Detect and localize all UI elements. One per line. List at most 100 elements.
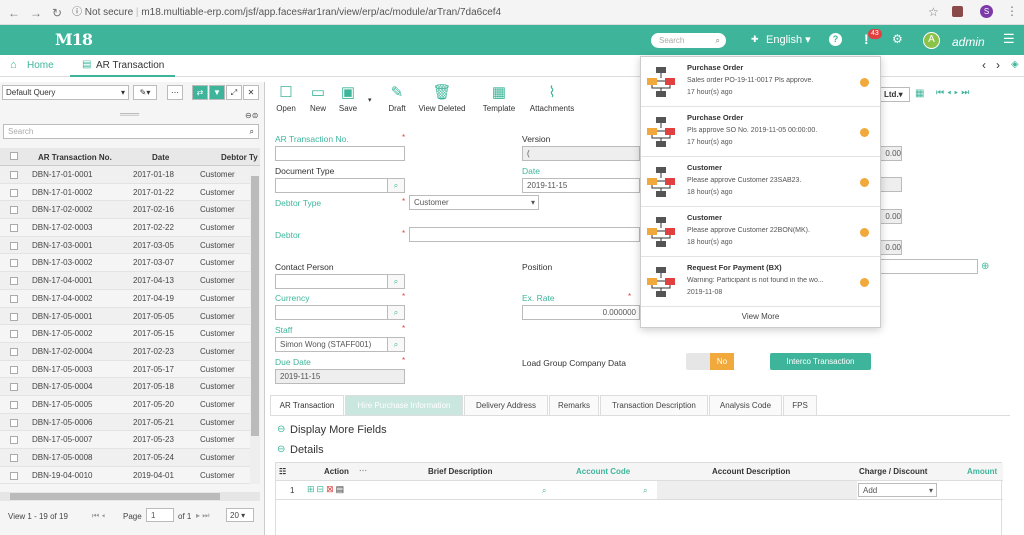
tab-hire-purchase[interactable]: Hire Purchase Information	[345, 395, 463, 415]
doc-type-input[interactable]	[275, 178, 388, 193]
row-checkbox[interactable]	[10, 294, 18, 303]
tab-prev-icon[interactable]: ‹	[982, 58, 986, 72]
tab-delivery-address[interactable]: Delivery Address	[464, 395, 548, 415]
list-item[interactable]: DBN-17-04-0001 2017-04-13 Customer	[0, 272, 250, 290]
list-item[interactable]: DBN-17-03-0002 2017-03-07 Customer	[0, 254, 250, 273]
row-action-icons[interactable]: ⊞⊟⊠▤	[307, 484, 346, 495]
list-item[interactable]: DBN-19-04-0010 2019-04-01 Customer	[0, 467, 250, 484]
back-icon[interactable]: ←	[8, 6, 20, 20]
globe-icon[interactable]: ⊕	[981, 261, 989, 272]
address-bar[interactable]: ⓘ Not secure | m18.multiable-erp.com/jsf…	[72, 4, 912, 21]
details-collapse-icon[interactable]: ⊖	[277, 444, 285, 455]
open-button[interactable]: ☐ Open	[270, 84, 302, 113]
page-size-select[interactable]: 20 ▾	[226, 508, 254, 522]
new-button[interactable]: ▭ New	[302, 84, 334, 113]
tab-home[interactable]: Home	[27, 60, 54, 71]
list-item[interactable]: DBN-17-05-0002 2017-05-15 Customer	[0, 325, 250, 343]
list-item[interactable]: DBN-17-02-0004 2017-02-23 Customer	[0, 342, 250, 361]
list-search-input[interactable]: Search ⌕	[3, 124, 259, 139]
list-item[interactable]: DBN-17-05-0001 2017-05-05 Customer	[0, 307, 250, 326]
col-action[interactable]: Action	[324, 467, 349, 476]
col-account-description[interactable]: Account Description	[712, 467, 790, 476]
col-amount[interactable]: Amount	[967, 467, 997, 476]
list-item[interactable]: DBN-17-05-0004 2017-05-18 Customer	[0, 378, 250, 396]
collapse-icons[interactable]: ⊖⊜	[245, 111, 258, 120]
list-item[interactable]: DBN-17-04-0002 2017-04-19 Customer	[0, 290, 250, 308]
close-icon[interactable]: ✕	[243, 85, 259, 100]
display-more-fields[interactable]: Display More Fields	[290, 424, 387, 436]
staff-search-icon[interactable]: ⌕	[388, 337, 405, 352]
more-button[interactable]: ⋯	[167, 85, 183, 100]
col-menu-icon[interactable]: ⋯	[359, 466, 367, 475]
company-select[interactable]: Ltd.▾	[880, 87, 910, 102]
notification-item[interactable]: Request For Payment (BX) Warning: Partici…	[641, 257, 880, 307]
row-checkbox[interactable]	[10, 171, 18, 179]
global-search-input[interactable]: Search ⌕	[651, 33, 726, 48]
row-checkbox[interactable]	[10, 312, 18, 321]
layers-icon[interactable]: ◈	[1011, 59, 1019, 70]
account-search-icon[interactable]: ⌕	[643, 486, 647, 496]
list-item[interactable]: DBN-17-02-0003 2017-02-22 Customer	[0, 219, 250, 237]
menu-icon[interactable]: ⋮	[1006, 4, 1018, 18]
col-date[interactable]: Date	[152, 153, 169, 162]
forward-icon[interactable]: →	[30, 6, 42, 20]
last-page-icon[interactable]: ▸ ⏭	[196, 511, 209, 521]
col-ar-no[interactable]: AR Transaction No.	[38, 153, 112, 162]
contact-search-icon[interactable]: ⌕	[388, 274, 405, 289]
list-item[interactable]: DBN-17-02-0002 2017-02-16 Customer	[0, 201, 250, 220]
expand-more-icon[interactable]: ⊖	[277, 424, 285, 435]
row-checkbox[interactable]	[10, 330, 18, 339]
list-menu-icon[interactable]: ☰	[1003, 31, 1015, 47]
row-checkbox[interactable]	[10, 206, 18, 215]
list-item[interactable]: DBN-17-05-0007 2017-05-23 Customer	[0, 431, 250, 449]
charge-discount-select[interactable]: Add ▾	[858, 483, 937, 497]
notification-item[interactable]: Purchase Order Pls approve SO No. 2019-11…	[641, 107, 880, 157]
notification-item[interactable]: Purchase Order Sales order PO-19-11-0017 …	[641, 57, 880, 107]
first-page-icon[interactable]: ⏮ ◂	[92, 511, 105, 521]
select-all-checkbox[interactable]	[10, 152, 18, 160]
horizontal-scrollbar[interactable]	[0, 492, 260, 501]
tab-next-icon[interactable]: ›	[996, 58, 1000, 72]
list-item[interactable]: DBN-17-01-0002 2017-01-22 Customer	[0, 184, 250, 202]
row-checkbox[interactable]	[10, 277, 18, 286]
edit-query-button[interactable]: ✎▾	[133, 85, 157, 100]
profile-avatar[interactable]: S	[980, 5, 993, 18]
tab-ar-transaction[interactable]: ▤ AR Transaction	[70, 55, 175, 77]
col-debtor-type[interactable]: Debtor Ty	[221, 153, 258, 162]
position-input[interactable]	[880, 259, 978, 274]
user-avatar[interactable]: A	[923, 32, 940, 49]
page-input[interactable]: 1	[146, 508, 174, 522]
row-checkbox[interactable]	[10, 454, 18, 462]
currency-search-icon[interactable]: ⌕	[388, 305, 405, 320]
username[interactable]: admin	[952, 35, 985, 49]
view-deleted-button[interactable]: 🗑 View Deleted	[416, 84, 468, 113]
debtor-input[interactable]	[409, 227, 640, 242]
row-checkbox[interactable]	[10, 436, 18, 445]
row-checkbox[interactable]	[10, 418, 18, 427]
row-checkbox[interactable]	[10, 259, 18, 268]
view-more-link[interactable]: View More	[641, 307, 880, 327]
expand-icon[interactable]: ⤢	[226, 85, 242, 100]
record-nav-icons[interactable]: ⏮◂▸⏭	[936, 87, 972, 98]
col-brief-description[interactable]: Brief Description	[428, 467, 492, 476]
date-input[interactable]: 2019-11-15	[522, 178, 640, 193]
brief-search-icon[interactable]: ⌕	[542, 486, 546, 496]
row-checkbox[interactable]	[10, 347, 18, 356]
ar-no-input[interactable]	[275, 146, 405, 161]
tab-ar-transaction-detail[interactable]: AR Transaction	[270, 395, 344, 415]
notification-item[interactable]: Customer Please approve Customer 22BON(MK…	[641, 207, 880, 257]
due-date-input[interactable]: 2019-11-15	[275, 369, 405, 384]
col-account-code[interactable]: Account Code	[576, 467, 630, 476]
save-dropdown-icon[interactable]: ▾	[368, 96, 372, 104]
staff-input[interactable]: Simon Wong (STAFF001)	[275, 337, 388, 352]
row-checkbox[interactable]	[10, 365, 18, 374]
row-checkbox[interactable]	[10, 383, 18, 392]
help-icon[interactable]: ?	[829, 33, 842, 46]
calendar-icon[interactable]: ▦	[915, 88, 924, 99]
debtor-type-select[interactable]: Customer ▾	[409, 195, 539, 210]
ex-rate-input[interactable]: 0.000000	[522, 305, 640, 320]
drag-handle[interactable]: ═══	[120, 109, 139, 119]
save-button[interactable]: ▣ Save	[332, 84, 364, 113]
template-button[interactable]: ▦ Template	[480, 84, 518, 113]
currency-input[interactable]	[275, 305, 388, 320]
